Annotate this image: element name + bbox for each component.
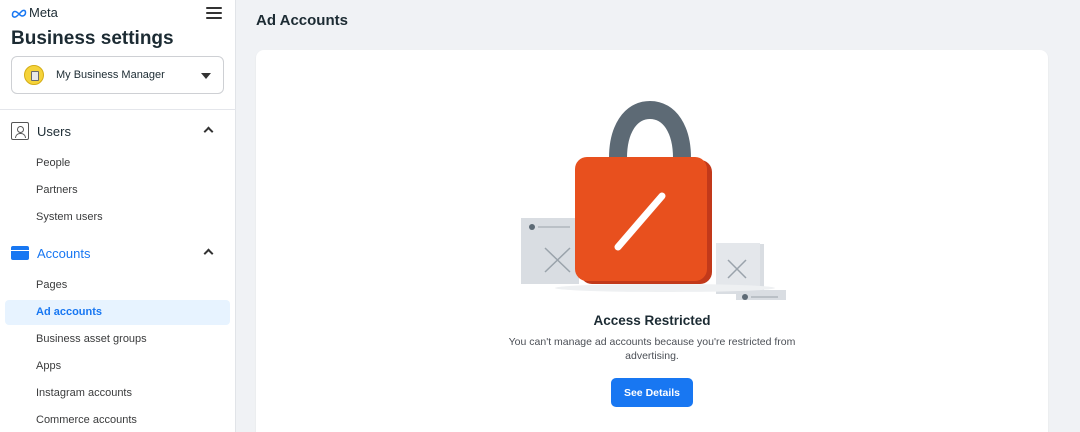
sidebar-section-accounts[interactable]: Accounts — [11, 243, 225, 263]
sidebar-item-pages[interactable]: Pages — [5, 273, 230, 298]
users-icon — [11, 122, 29, 140]
sidebar-item-system-users[interactable]: System users — [5, 205, 230, 230]
meta-brand[interactable]: Meta — [11, 5, 58, 20]
section-label: Accounts — [37, 245, 91, 261]
page-heading: Business settings — [11, 28, 174, 49]
restricted-title: Access Restricted — [593, 313, 711, 328]
sidebar-item-ad-accounts[interactable]: Ad accounts — [5, 300, 230, 325]
placeholder-card-left — [521, 218, 579, 284]
sidebar-item-commerce-accounts[interactable]: Commerce accounts — [5, 408, 230, 432]
divider — [0, 109, 236, 110]
see-details-button[interactable]: See Details — [611, 378, 693, 407]
restricted-card: Access Restricted You can't manage ad ac… — [256, 50, 1048, 432]
brand-name: Meta — [29, 5, 58, 20]
menu-icon[interactable] — [204, 4, 224, 22]
chevron-up-icon — [203, 248, 214, 259]
sidebar-section-users[interactable]: Users — [11, 121, 225, 141]
sidebar-item-instagram-accounts[interactable]: Instagram accounts — [5, 381, 230, 406]
sidebar-item-business-asset-groups[interactable]: Business asset groups — [5, 327, 230, 352]
sidebar: Meta Business settings My Business Manag… — [0, 0, 236, 432]
padlock-illustration — [521, 100, 786, 300]
accounts-icon — [11, 246, 29, 260]
business-avatar-icon — [24, 65, 44, 85]
restricted-message: You can't manage ad accounts because you… — [508, 336, 796, 362]
business-selector[interactable]: My Business Manager — [11, 56, 224, 94]
sidebar-item-partners[interactable]: Partners — [5, 178, 230, 203]
sidebar-item-apps[interactable]: Apps — [5, 354, 230, 379]
sidebar-item-people[interactable]: People — [5, 151, 230, 176]
caret-down-icon — [201, 73, 211, 79]
meta-logo-icon — [11, 9, 27, 18]
section-label: Users — [37, 123, 71, 139]
chevron-up-icon — [203, 126, 214, 137]
page-title: Ad Accounts — [256, 12, 348, 29]
business-selector-value: My Business Manager — [56, 69, 165, 81]
placeholder-card-right-bottom — [736, 290, 786, 300]
